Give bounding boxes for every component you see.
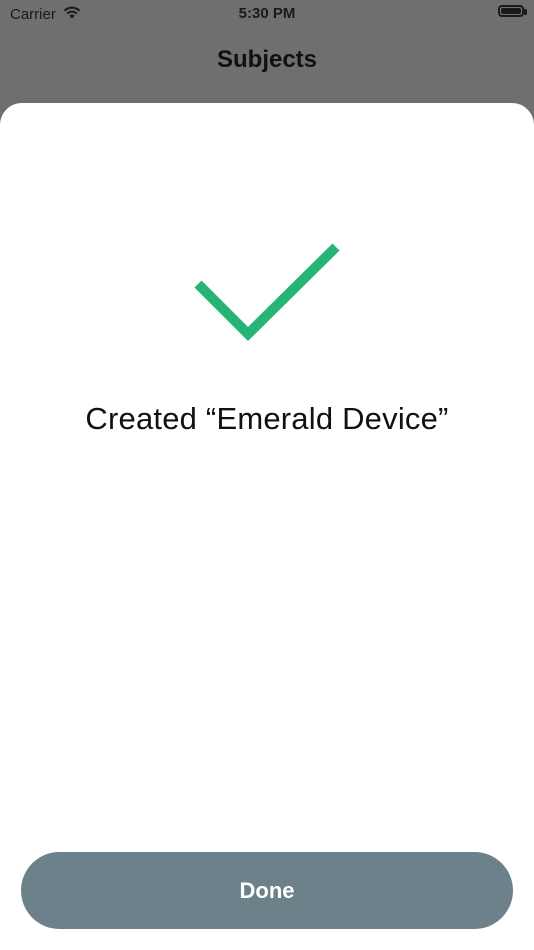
status-bar: Carrier 5:30 PM [0,0,534,30]
battery-icon [498,5,527,17]
status-right [498,5,527,17]
done-button[interactable]: Done [21,852,513,929]
nav-title: Subjects [216,46,318,73]
done-button-label: Done [239,877,295,903]
modal-sheet: Created “Emerald Device” Done [0,103,534,950]
checkmark-icon [194,243,340,342]
created-message: Created “Emerald Device” [85,401,449,436]
battery-level [501,8,521,14]
status-time: 5:30 PM [238,5,296,22]
